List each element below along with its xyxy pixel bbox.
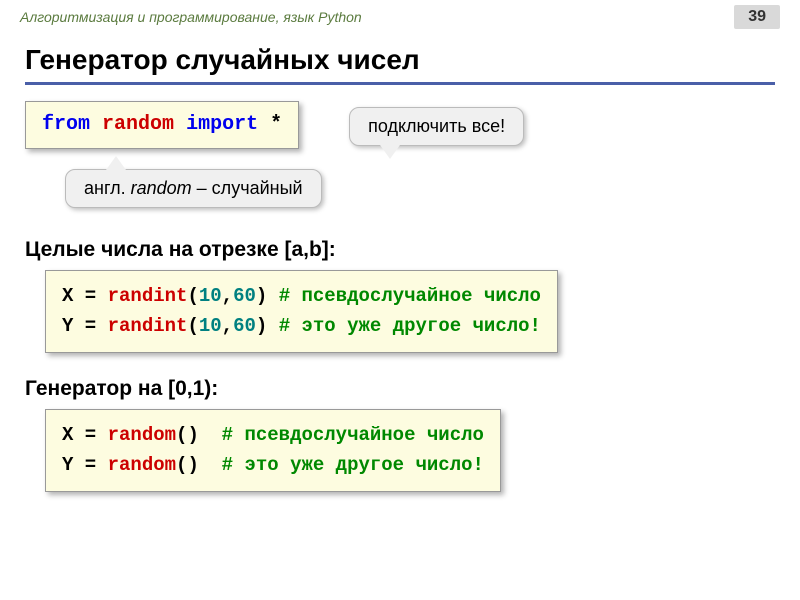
num-10: 10 (199, 285, 222, 307)
page-title: Генератор случайных чисел (25, 44, 775, 85)
callout-random: англ. random – случайный (65, 169, 322, 208)
row-import: from random import * подключить все! (25, 101, 775, 149)
kw-from: from (42, 113, 90, 136)
callout-prefix: англ. (84, 178, 131, 198)
fn-random: random (108, 454, 176, 476)
slide-content: Генератор случайных чисел from random im… (0, 34, 800, 502)
row-random-note: англ. random – случайный (65, 169, 775, 208)
header-bar: Алгоритмизация и программирование, язык … (0, 0, 800, 34)
callout-tail-icon (106, 156, 126, 170)
comment: # это уже другое число! (279, 315, 541, 337)
fn-random: random (108, 424, 176, 446)
code-int-block: X = randint(10,60) # псевдослучайное чис… (45, 270, 558, 353)
callout-word: random (131, 178, 192, 198)
var-y: Y (62, 454, 73, 476)
fn-randint: randint (108, 285, 188, 307)
module-name: random (102, 113, 174, 136)
section-gen-heading: Генератор на [0,1): (25, 377, 775, 401)
import-star: * (270, 113, 282, 136)
callout-text: подключить все! (368, 116, 505, 136)
var-y: Y (62, 315, 73, 337)
callout-suffix: – случайный (192, 178, 303, 198)
fn-randint: randint (108, 315, 188, 337)
breadcrumb: Алгоритмизация и программирование, язык … (20, 9, 362, 25)
num-60: 60 (233, 315, 256, 337)
num-10: 10 (199, 315, 222, 337)
section-int-heading: Целые числа на отрезке [a,b]: (25, 238, 775, 262)
comment: # это уже другое число! (222, 454, 484, 476)
code-import: from random import * (25, 101, 299, 149)
code-gen-block: X = random() # псевдослучайное число Y =… (45, 409, 501, 492)
callout-connect: подключить все! (349, 107, 524, 146)
comment: # псевдослучайное число (222, 424, 484, 446)
comment: # псевдослучайное число (279, 285, 541, 307)
kw-import: import (186, 113, 258, 136)
var-x: X (62, 285, 73, 307)
var-x: X (62, 424, 73, 446)
num-60: 60 (233, 285, 256, 307)
callout-tail-icon (380, 145, 400, 159)
page-number: 39 (734, 5, 780, 29)
